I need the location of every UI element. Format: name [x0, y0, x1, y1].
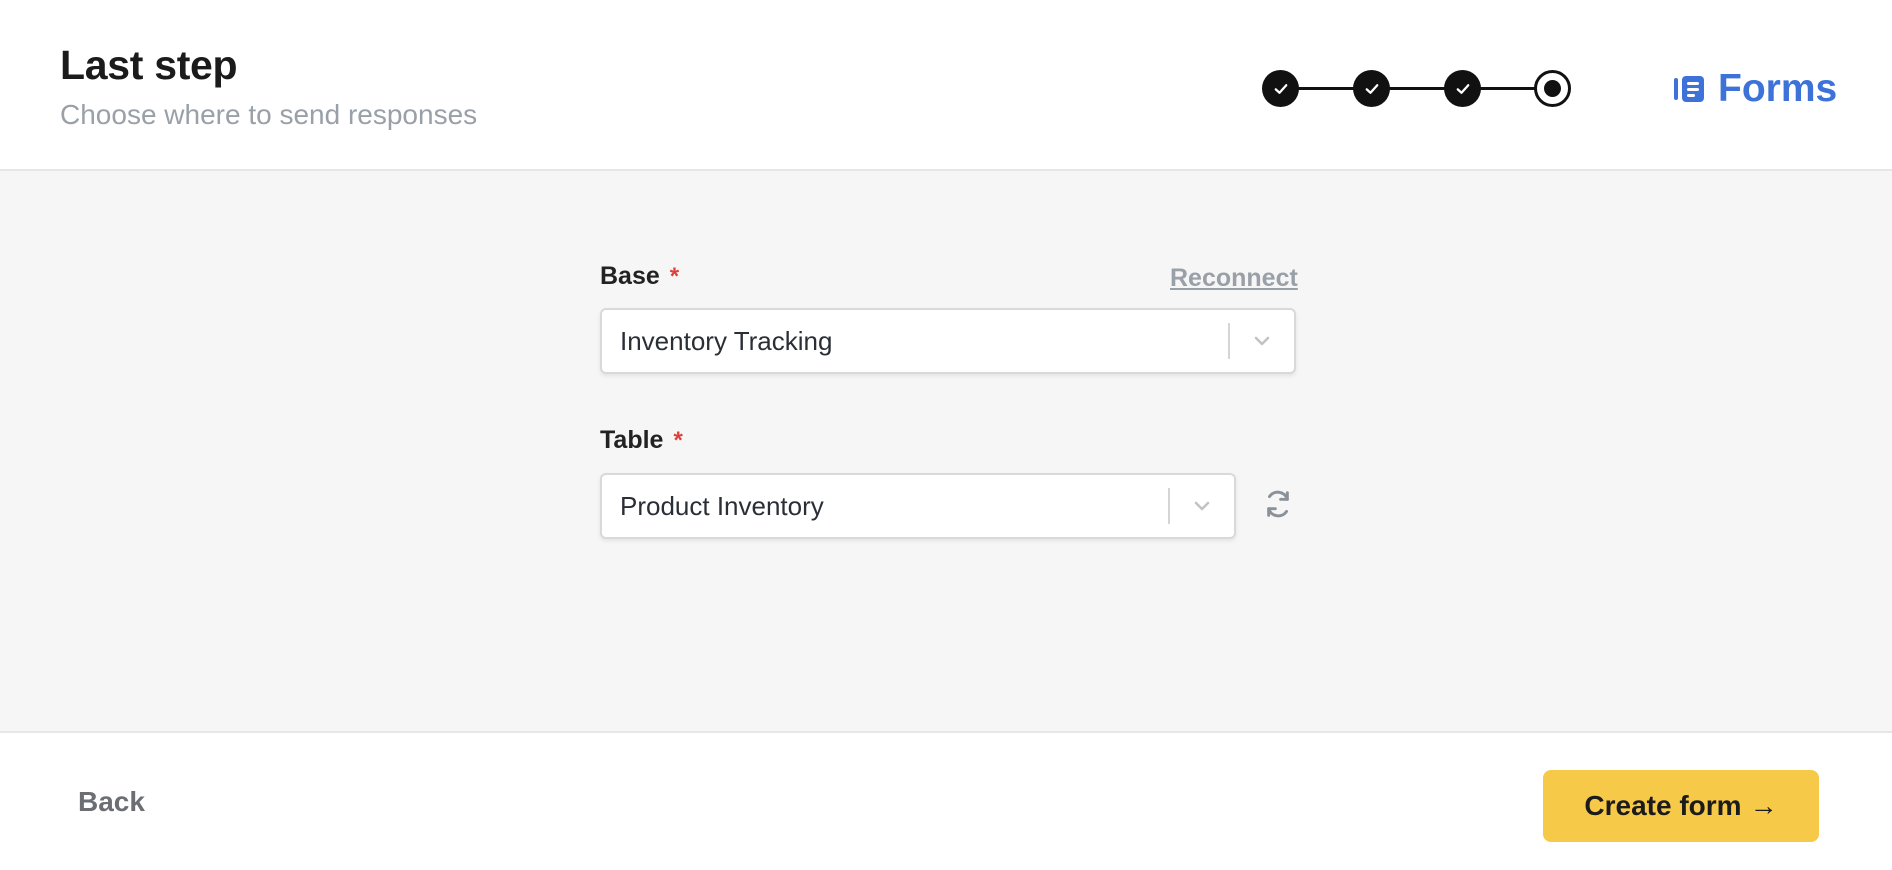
brand-name: Forms — [1718, 67, 1838, 110]
base-label-text: Base — [600, 262, 660, 290]
base-select-value: Inventory Tracking — [620, 325, 833, 356]
required-marker: * — [669, 262, 680, 290]
step-4-current — [1534, 70, 1571, 107]
check-icon — [1365, 83, 1378, 94]
table-select-value: Product Inventory — [620, 490, 824, 521]
create-form-label: Create form — [1584, 790, 1742, 821]
table-select[interactable]: Product Inventory — [600, 473, 1236, 539]
table-field-label: Table * — [600, 426, 683, 455]
step-2-complete — [1353, 70, 1390, 107]
check-icon — [1456, 83, 1469, 94]
page-title: Last step — [60, 42, 238, 88]
chevron-down-icon[interactable] — [1230, 329, 1294, 353]
back-button[interactable]: Back — [78, 786, 145, 818]
chevron-down-icon[interactable] — [1170, 494, 1234, 518]
refresh-icon[interactable] — [1262, 488, 1294, 520]
brand-logo: Forms — [1672, 66, 1837, 112]
current-step-dot — [1544, 80, 1561, 97]
check-icon — [1274, 83, 1287, 94]
required-marker: * — [673, 426, 683, 454]
reconnect-link[interactable]: Reconnect — [1170, 264, 1298, 293]
header: Last step Choose where to send responses… — [0, 0, 1892, 171]
step-3-complete — [1444, 70, 1481, 107]
base-select[interactable]: Inventory Tracking — [600, 308, 1296, 374]
arrow-right-icon: → — [1749, 790, 1778, 821]
create-form-button[interactable]: Create form → — [1543, 770, 1819, 842]
page-subtitle: Choose where to send responses — [60, 99, 478, 130]
progress-stepper — [1262, 70, 1572, 108]
step-1-complete — [1262, 70, 1299, 107]
base-field-label: Base * — [600, 262, 679, 291]
table-label-text: Table — [600, 426, 664, 454]
stepper-line — [1282, 87, 1552, 90]
main-content — [0, 171, 1892, 733]
forms-icon — [1674, 76, 1704, 102]
